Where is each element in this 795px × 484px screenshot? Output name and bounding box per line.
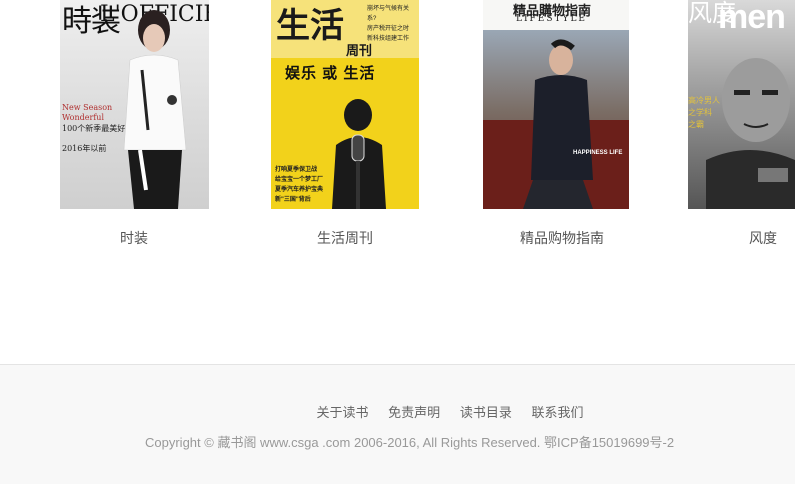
magazine-cover-life-weekly[interactable]: 生活 周刊 崩坏与气候有关系? 房产税开征之时 新科技组建工作 娱乐 或 生活 …: [271, 0, 419, 209]
footer-nav: 关于读书 免责声明 读书目录 联系我们: [0, 402, 795, 421]
cover-line: 给宝宝一个梦工厂: [275, 177, 324, 183]
cover-line: 之学科: [688, 108, 712, 117]
footer-link-contact[interactable]: 联系我们: [531, 405, 583, 420]
magazine-cover-fashion[interactable]: 時装 L'OFFICIEL New Season Wonderful 100个新…: [60, 0, 209, 209]
cover-line: 打响夏季保卫战: [275, 167, 318, 173]
magazine-title-style[interactable]: 风度: [749, 228, 777, 248]
magazine-list: 時装 L'OFFICIEL New Season Wonderful 100个新…: [0, 0, 795, 260]
copyright-text: Copyright © 藏书阁 www.csga .com 2006-2016,…: [145, 435, 675, 450]
magazine-title-shopping-guide[interactable]: 精品购物指南: [520, 228, 604, 248]
cover-line: 高冷男人: [688, 96, 720, 105]
cover-line: 房产税开征之时: [367, 26, 410, 32]
magazine-title-fashion[interactable]: 时装: [120, 228, 148, 248]
cover-line: 100个新季最美好: [62, 124, 126, 133]
cover-caption: HAPPINESS LIFE: [573, 150, 623, 156]
cover-line: 新科技组建工作: [367, 36, 410, 42]
cover-headline: 娱乐 或 生活: [285, 65, 376, 82]
footer-link-catalog[interactable]: 读书目录: [460, 405, 512, 420]
cover-line: 2016年以前: [62, 144, 107, 153]
magazine-cover-style[interactable]: 风度 men 高冷男人 之学科 之霸: [688, 0, 795, 209]
cover-line: 崩坏与气候有关系?: [367, 6, 410, 22]
cover-man-figure: [483, 39, 629, 209]
cover-bottom-lines: 打响夏季保卫战 给宝宝一个梦工厂 夏季汽车养护宝典 新"三国"背后: [275, 165, 345, 205]
magazine-cover-shopping-guide[interactable]: 精品購物指南 LIFESTYLE HAPPINESS LIFE: [483, 0, 629, 209]
cover-side-lines: 崩坏与气候有关系? 房产税开征之时 新科技组建工作: [367, 4, 417, 44]
footer-link-about[interactable]: 关于读书: [317, 405, 369, 420]
page: 時装 L'OFFICIEL New Season Wonderful 100个新…: [0, 0, 795, 484]
cover-line: New Season: [62, 103, 113, 112]
cover-side-lines: 高冷男人 之学科 之霸: [688, 95, 720, 131]
cover-model-figure: [123, 10, 187, 209]
site-footer: 关于读书 免责声明 读书目录 联系我们 Copyright © 藏书阁 www.…: [0, 364, 795, 484]
cover-line: 之霸: [688, 120, 704, 129]
cover-photo: [483, 30, 629, 209]
cover-line: 夏季汽车养护宝典: [275, 187, 324, 193]
cover-line: 新"三国"背后: [275, 197, 311, 203]
cover-masthead: 生活: [276, 6, 344, 46]
cover-masthead-alt: men: [718, 0, 786, 36]
cover-masthead-sub: LIFESTYLE: [516, 14, 588, 24]
magazine-title-life-weekly[interactable]: 生活周刊: [317, 228, 373, 248]
cover-line: Wonderful: [62, 113, 104, 122]
footer-link-disclaimer[interactable]: 免责声明: [388, 405, 440, 420]
